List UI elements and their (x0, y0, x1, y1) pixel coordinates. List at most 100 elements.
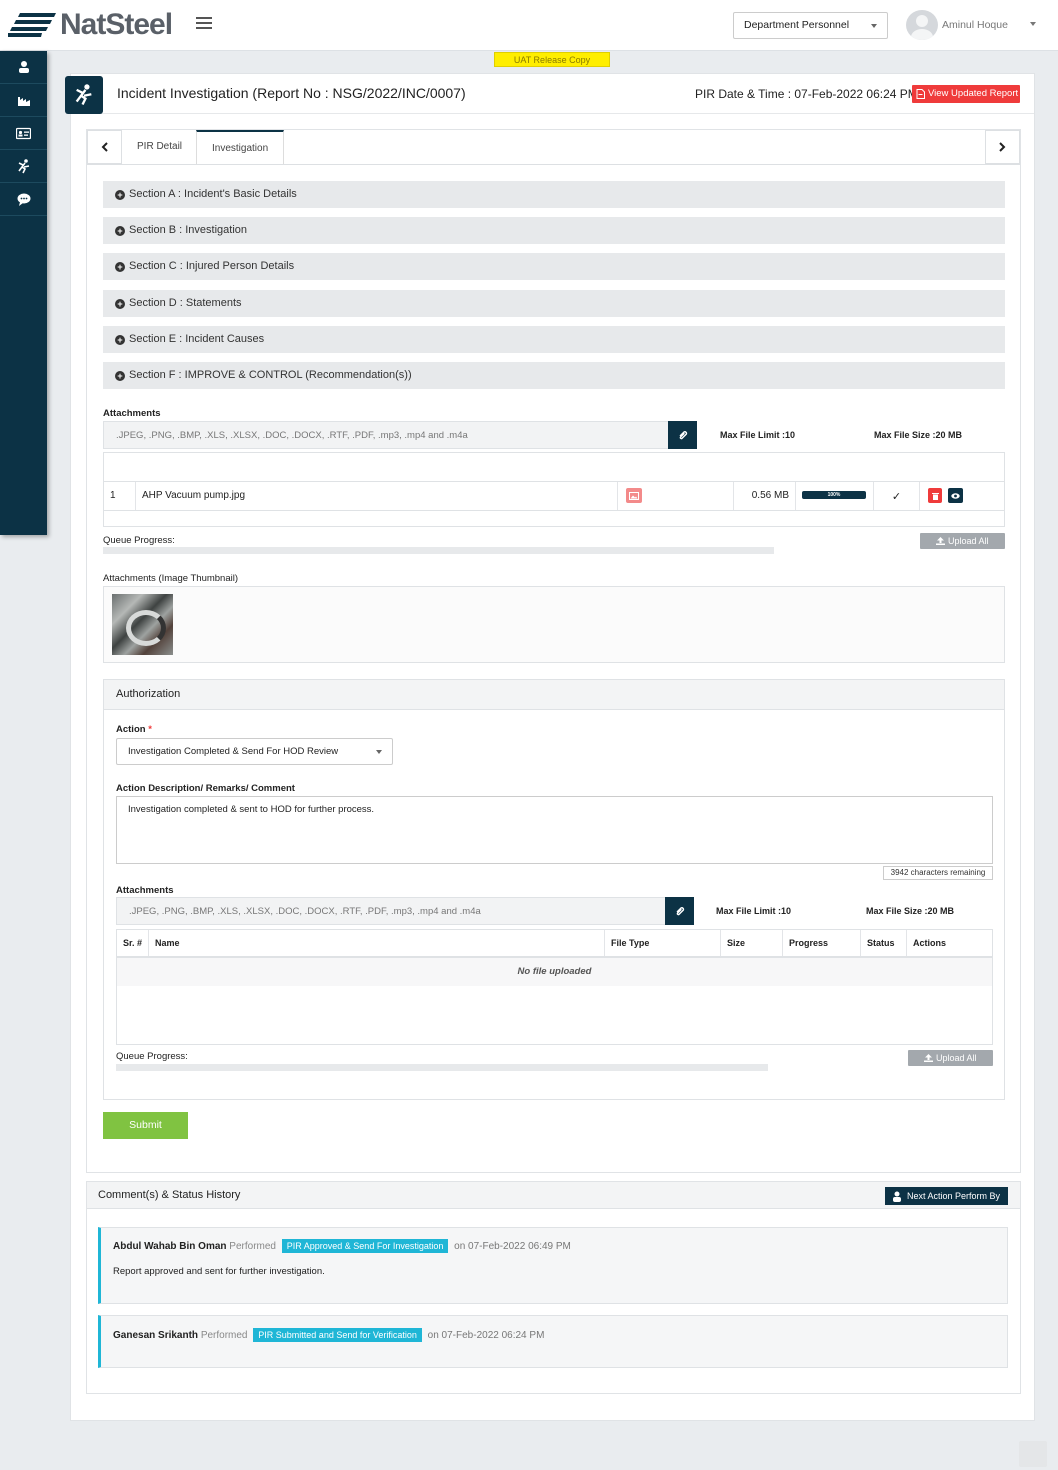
action-description-label: Action Description/ Remarks/ Comment (116, 783, 295, 794)
section-f-header[interactable]: + Section F : IMPROVE & CONTROL (Recommen… (103, 362, 1005, 389)
main-card: Incident Investigation (Report No : NSG/… (65, 73, 1035, 1421)
tab-label: Investigation (212, 143, 269, 154)
history-remark: Report approved and sent for further inv… (113, 1266, 325, 1277)
trash-icon (931, 492, 939, 500)
user-menu[interactable]: Aminul Hoque (906, 10, 1036, 40)
action-label: Action * (116, 724, 152, 735)
column-header: Name (149, 930, 605, 956)
industry-icon (17, 97, 30, 106)
sidebar (0, 51, 47, 535)
file-size: 0.56 MB (734, 482, 796, 510)
history-date: on 07-Feb-2022 06:24 PM (427, 1330, 545, 1341)
delete-file-button[interactable] (928, 488, 942, 503)
action-description-textarea[interactable]: Investigation completed & sent to HOD fo… (116, 796, 993, 864)
performed-text: Performed (200, 1330, 248, 1341)
department-select[interactable]: Department Personnel (733, 12, 888, 39)
natsteel-logo-icon (8, 13, 56, 37)
id-card-icon (16, 127, 31, 139)
characters-remaining: 3942 characters remaining (883, 866, 993, 880)
tab-pir-detail[interactable]: PIR Detail (122, 130, 197, 164)
plus-circle-icon: + (115, 226, 125, 236)
column-header: Size (721, 930, 783, 956)
chevron-down-icon (871, 24, 877, 28)
auth-max-file-size: Max File Size :20 MB (866, 906, 955, 916)
authorization-title: Authorization (104, 680, 1004, 710)
auth-upload-all-button[interactable]: Upload All (908, 1050, 993, 1066)
required-mark: * (148, 724, 152, 735)
chevron-right-icon (999, 142, 1006, 152)
section-b-header[interactable]: + Section B : Investigation (103, 217, 1005, 244)
history-entry: Abdul Wahab Bin Oman Performed PIR Appro… (98, 1227, 1008, 1304)
action-select-value: Investigation Completed & Send For HOD R… (128, 746, 339, 757)
next-action-perform-by-button[interactable]: Next Action Perform By (885, 1187, 1008, 1205)
auth-attachments-file-input[interactable]: .JPEG, .PNG, .BMP, .XLS, .XLSX, .DOC, .D… (116, 897, 666, 925)
tab-prev-button[interactable] (87, 130, 122, 164)
auth-attachments-label: Attachments (116, 885, 174, 896)
menu-toggle-icon[interactable] (196, 17, 212, 31)
queue-progress-bar (103, 547, 774, 554)
file-name: AHP Vacuum pump.jpg (136, 482, 618, 510)
section-label: Section D : Statements (129, 297, 242, 309)
attach-file-button[interactable] (668, 421, 697, 449)
view-updated-report-button[interactable]: View Updated Report (912, 85, 1020, 103)
sidebar-item-reports[interactable] (0, 117, 47, 150)
chevron-down-icon (1030, 22, 1036, 26)
column-header: Status (861, 930, 907, 956)
max-file-size: Max File Size :20 MB (874, 430, 963, 440)
injured-person-icon (17, 158, 29, 173)
natsteel-logo[interactable]: NatSteel (8, 8, 173, 42)
auth-max-file-limit: Max File Limit :10 (716, 906, 792, 916)
section-label: Section C : Injured Person Details (129, 260, 295, 272)
view-file-button[interactable] (948, 488, 963, 503)
table-row: 1 AHP Vacuum pump.jpg 0.56 MB 100% ✓ (104, 481, 1004, 511)
sidebar-item-incident[interactable] (0, 150, 47, 183)
file-status-check-icon: ✓ (874, 482, 920, 510)
sidebar-item-profile[interactable] (0, 51, 47, 84)
section-e-header[interactable]: + Section E : Incident Causes (103, 326, 1005, 353)
file-progress-bar: 100% (802, 491, 866, 499)
no-file-message: No file uploaded (117, 958, 992, 986)
table-header: Sr. # Name File Type Size Progress Statu… (117, 930, 992, 958)
upload-all-button[interactable]: Upload All (920, 533, 1005, 549)
sidebar-item-industry[interactable] (0, 84, 47, 117)
plus-circle-icon: + (115, 371, 125, 381)
view-updated-report-label: View Updated Report (928, 88, 1019, 99)
column-header: Actions (913, 938, 947, 948)
max-file-limit: Max File Limit :10 (720, 430, 796, 440)
next-action-label: Next Action Perform By (907, 1191, 1001, 1201)
section-c-header[interactable]: + Section C : Injured Person Details (103, 253, 1005, 280)
queue-progress-label: Queue Progress: (103, 535, 175, 546)
tab-next-button[interactable] (985, 130, 1020, 164)
department-value: Department Personnel (744, 19, 850, 31)
section-a-header[interactable]: + Section A : Incident's Basic Details (103, 181, 1005, 208)
paperclip-icon (676, 907, 684, 916)
avatar (906, 10, 938, 40)
investigation-panel: PIR Detail Investigation + Section A : In… (86, 129, 1021, 1173)
plus-circle-icon: + (115, 335, 125, 345)
attachment-thumbnail[interactable] (112, 594, 173, 655)
section-d-header[interactable]: + Section D : Statements (103, 290, 1005, 317)
history-entry-line: Abdul Wahab Bin Oman Performed PIR Appro… (113, 1239, 571, 1253)
chevron-down-icon (376, 750, 382, 754)
file-type-cell (618, 482, 734, 510)
status-badge: PIR Submitted and Send for Verification (253, 1328, 422, 1342)
submit-button[interactable]: Submit (103, 1112, 188, 1139)
auth-attach-file-button[interactable] (665, 897, 694, 925)
action-select[interactable]: Investigation Completed & Send For HOD R… (116, 738, 393, 765)
attachments-table: 1 AHP Vacuum pump.jpg 0.56 MB 100% ✓ (103, 452, 1005, 527)
attachments-label: Attachments (103, 408, 161, 419)
history-user-name: Ganesan Srikanth (113, 1330, 199, 1341)
tab-investigation[interactable]: Investigation (196, 130, 285, 165)
upload-all-label: Upload All (935, 1053, 977, 1063)
user-name: Aminul Hoque (942, 19, 1008, 31)
file-index: 1 (104, 482, 136, 510)
file-progress-cell: 100% (796, 482, 874, 510)
image-file-icon[interactable] (626, 488, 642, 503)
comments-history-panel: Comment(s) & Status History Next Action … (86, 1181, 1021, 1394)
attachments-file-input[interactable]: .JPEG, .PNG, .BMP, .XLS, .XLSX, .DOC, .D… (103, 421, 669, 449)
sidebar-item-comments[interactable] (0, 183, 47, 216)
authorization-box: Authorization Action * Investigation Com… (103, 679, 1005, 1100)
column-header: File Type (605, 930, 721, 956)
scroll-to-top-button[interactable] (1019, 1441, 1047, 1467)
top-navbar: NatSteel Department Personnel Aminul Hoq… (0, 0, 1058, 51)
